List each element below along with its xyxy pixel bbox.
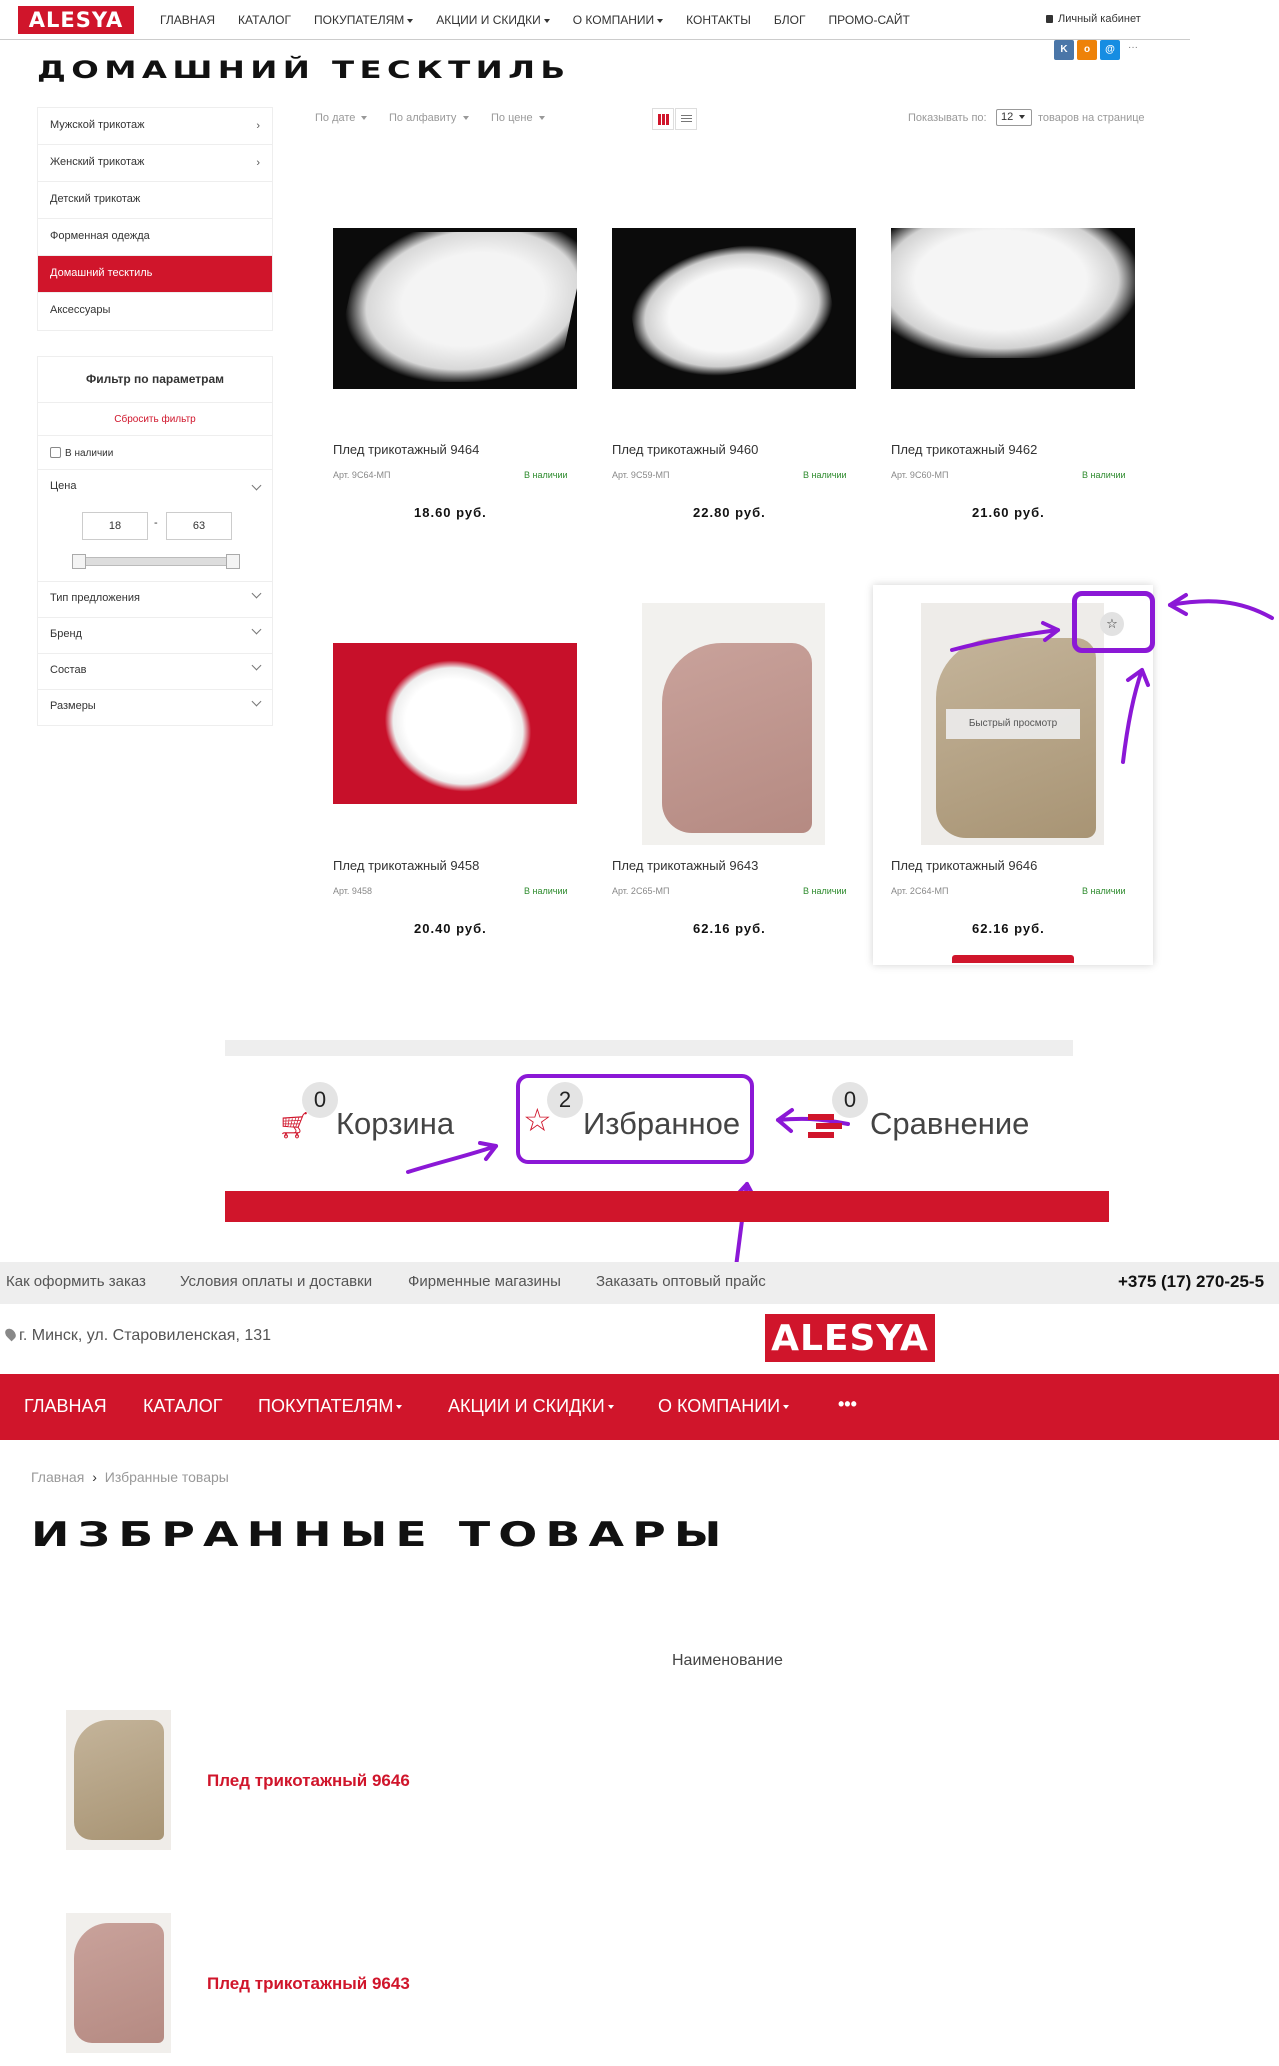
favorite-item-title[interactable]: Плед трикотажный 9646: [207, 1771, 410, 1791]
nav-home[interactable]: ГЛАВНАЯ: [24, 1396, 107, 1417]
nav-about-label: О КОМПАНИИ: [658, 1396, 781, 1416]
blanket-shape: [74, 1720, 164, 1840]
header-strip: [225, 1040, 1073, 1056]
info-link[interactable]: Заказать оптовый прайс: [596, 1273, 766, 1290]
info-link[interactable]: Как оформить заказ: [6, 1273, 146, 1290]
nav-sales-label: АКЦИИ И СКИДКИ: [448, 1396, 605, 1416]
favorite-item-image[interactable]: [66, 1913, 171, 2053]
nav-sales[interactable]: АКЦИИ И СКИДКИ: [448, 1396, 614, 1417]
nav-customers-label: ПОКУПАТЕЛЯМ: [258, 1396, 394, 1416]
breadcrumb: Главная › Избранные товары: [31, 1469, 229, 1485]
caret-down-icon: [783, 1405, 790, 1410]
column-header-name: Наименование: [672, 1652, 783, 1669]
compare-count-badge: 0: [832, 1082, 868, 1118]
compare-label: Сравнение: [870, 1106, 1030, 1141]
cart-icon: 🛒︎: [278, 1110, 312, 1140]
breadcrumb-current: Избранные товары: [104, 1469, 229, 1485]
favorite-item-title[interactable]: Плед трикотажный 9643: [207, 1974, 410, 1994]
phone-number[interactable]: +375 (17) 270-25-5: [1118, 1272, 1264, 1292]
header-red-bar: [225, 1191, 1109, 1222]
nav-catalog[interactable]: КАТАЛОГ: [143, 1396, 222, 1417]
info-link[interactable]: Фирменные магазины: [408, 1273, 561, 1290]
main-navbar: ГЛАВНАЯ КАТАЛОГ ПОКУПАТЕЛЯМ АКЦИИ И СКИД…: [0, 1374, 1279, 1440]
breadcrumb-separator: ›: [92, 1469, 97, 1485]
nav-about[interactable]: О КОМПАНИИ: [658, 1396, 790, 1417]
caret-down-icon: [607, 1405, 614, 1410]
star-outline-icon: ☆: [523, 1102, 552, 1138]
address: г. Минск, ул. Старовиленская, 131: [3, 1326, 272, 1345]
compare-icon: [808, 1114, 842, 1138]
logo-text: ALESYA: [771, 1317, 929, 1359]
favorites-page-title: ИЗБРАННЫЕ ТОВАРЫ: [31, 1515, 730, 1555]
favorites-count-badge: 2: [547, 1082, 583, 1118]
info-link[interactable]: Условия оплаты и доставки: [180, 1273, 372, 1290]
site-logo[interactable]: ALESYA: [765, 1314, 935, 1362]
map-pin-icon: [3, 1326, 18, 1342]
favorites-label: Избранное: [583, 1106, 741, 1141]
breadcrumb-home[interactable]: Главная: [31, 1469, 84, 1485]
address-text: г. Минск, ул. Старовиленская, 131: [19, 1327, 272, 1344]
info-links-bar: Как оформить заказ Условия оплаты и дост…: [0, 1262, 1279, 1304]
cart-count-badge: 0: [302, 1082, 338, 1118]
annotation-arrows: [406, 593, 1274, 1292]
cart-label: Корзина: [336, 1106, 455, 1141]
caret-down-icon: [396, 1405, 403, 1410]
nav-customers[interactable]: ПОКУПАТЕЛЯМ: [258, 1396, 403, 1417]
nav-more-icon[interactable]: •••: [838, 1394, 857, 1415]
blanket-shape: [74, 1923, 164, 2043]
favorite-item-image[interactable]: [66, 1710, 171, 1850]
